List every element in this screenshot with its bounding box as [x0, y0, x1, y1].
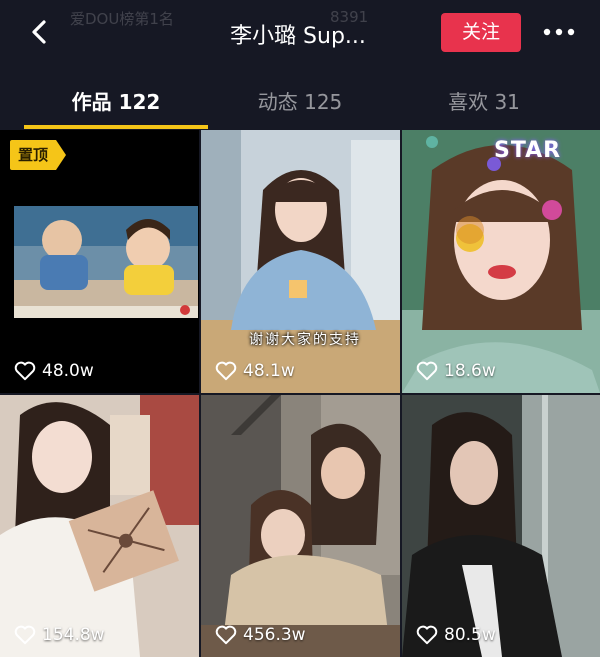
- video-still-6: [402, 395, 600, 657]
- heart-icon: [416, 625, 438, 645]
- video-caption: 谢谢大家的支持: [249, 332, 361, 348]
- like-count: 18.6w: [416, 361, 496, 381]
- like-count: 456.3w: [215, 625, 306, 645]
- back-arrow-icon[interactable]: [22, 14, 58, 50]
- heart-icon: [14, 361, 36, 381]
- like-count: 48.1w: [215, 361, 295, 381]
- like-count: 48.0w: [14, 361, 94, 381]
- like-count-value: 18.6w: [444, 361, 496, 381]
- video-thumbnail-4[interactable]: 154.8w: [0, 395, 199, 657]
- video-thumbnail-5[interactable]: 456.3w: [201, 395, 400, 657]
- like-count: 154.8w: [14, 625, 105, 645]
- active-tab-indicator: [24, 125, 208, 129]
- more-dots-icon[interactable]: [541, 22, 577, 42]
- video-still-4: [0, 395, 199, 657]
- video-thumbnail-2[interactable]: 谢谢大家的支持 48.1w: [201, 130, 400, 393]
- tab-works[interactable]: 作品 122: [16, 86, 216, 115]
- tab-dynamics[interactable]: 动态 125: [200, 86, 400, 115]
- heart-icon: [416, 361, 438, 381]
- like-count-value: 154.8w: [42, 625, 105, 645]
- like-count: 80.5w: [416, 625, 496, 645]
- heart-icon: [215, 625, 237, 645]
- ranking-badge-faded: 爱DOU榜第1名: [70, 10, 174, 28]
- video-thumbnail-1[interactable]: 置顶 48.0w: [0, 130, 199, 393]
- like-count-value: 456.3w: [243, 625, 306, 645]
- like-count-value: 80.5w: [444, 625, 496, 645]
- video-still-3: [402, 130, 600, 393]
- like-count-value: 48.1w: [243, 361, 295, 381]
- top-bar: 爱DOU榜第1名 8391 李小璐 Sup... 关注: [0, 0, 600, 66]
- profile-tabs: 作品 122 动态 125 喜欢 31: [0, 66, 600, 128]
- heart-icon: [14, 625, 36, 645]
- profile-title: 李小璐 Sup...: [230, 24, 366, 49]
- star-sticker-text: STAR: [494, 138, 562, 163]
- follow-button[interactable]: 关注: [441, 13, 521, 52]
- video-thumbnail-6[interactable]: 80.5w: [402, 395, 600, 657]
- video-thumbnail-3[interactable]: STAR 18.6w: [402, 130, 600, 393]
- heart-icon: [215, 361, 237, 381]
- pin-badge-label: 置顶: [17, 146, 48, 164]
- video-grid: 置顶 48.0w 谢谢大家的支持 48.1w STAR 18.6w 154.8w…: [0, 130, 600, 657]
- like-count-value: 48.0w: [42, 361, 94, 381]
- tab-likes[interactable]: 喜欢 31: [384, 86, 584, 115]
- video-still-5: [201, 395, 400, 657]
